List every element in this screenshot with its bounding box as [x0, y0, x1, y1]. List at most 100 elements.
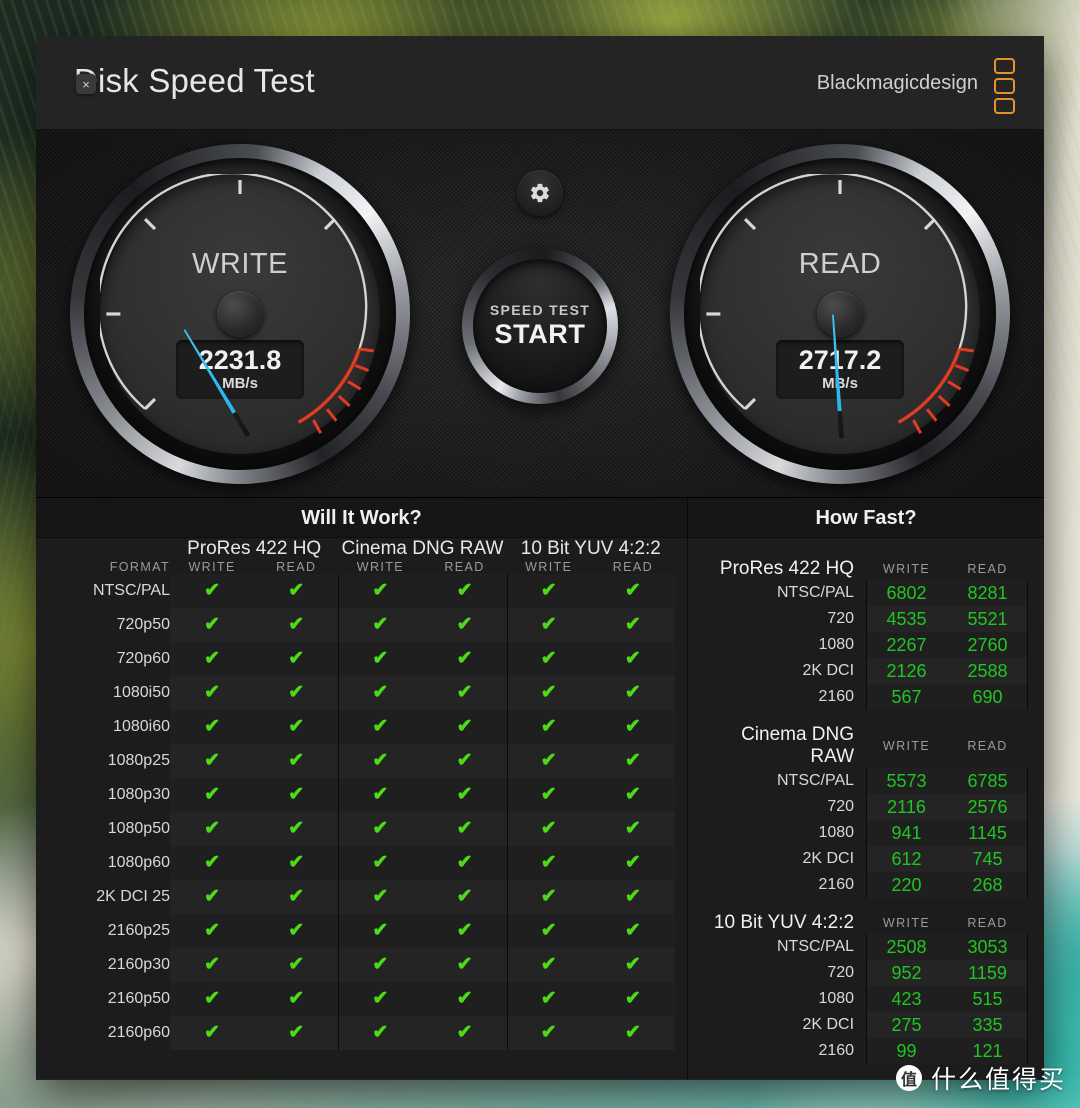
- close-button[interactable]: ×: [76, 74, 96, 94]
- check-icon: ✔: [372, 852, 389, 873]
- how-fast-write-value: 941: [866, 820, 948, 846]
- support-cell: ✔: [590, 846, 675, 880]
- how-fast-read-value: 515: [947, 986, 1028, 1012]
- how-fast-write-value: 5573: [866, 768, 948, 794]
- how-fast-sub-header-read: READ: [967, 739, 1008, 753]
- how-fast-row-label: 720: [827, 798, 855, 815]
- support-cell: ✔: [590, 676, 675, 710]
- check-icon: ✔: [288, 750, 305, 771]
- support-cell: ✔: [590, 608, 675, 642]
- check-icon: ✔: [288, 920, 305, 941]
- support-cell: ✔: [422, 880, 507, 914]
- gear-icon: [531, 183, 549, 203]
- support-cell: ✔: [170, 744, 255, 778]
- check-icon: ✔: [288, 682, 305, 703]
- sub-header-read: READ: [276, 560, 317, 574]
- how-fast-row: 2160 567 690: [694, 684, 1028, 710]
- support-cell: ✔: [170, 574, 255, 608]
- how-fast-row-label: 2160: [818, 1042, 855, 1059]
- how-fast-write-value: 220: [866, 872, 948, 898]
- how-fast-read-value: 2588: [947, 658, 1028, 684]
- check-icon: ✔: [288, 1022, 305, 1043]
- check-icon: ✔: [456, 750, 473, 771]
- sub-header-write: WRITE: [356, 560, 405, 574]
- support-cell: ✔: [170, 710, 255, 744]
- check-icon: ✔: [204, 988, 221, 1009]
- check-icon: ✔: [372, 648, 389, 669]
- support-cell: ✔: [338, 914, 423, 948]
- check-icon: ✔: [624, 648, 641, 669]
- check-icon: ✔: [288, 954, 305, 975]
- support-cell: ✔: [170, 914, 255, 948]
- support-cell: ✔: [590, 1016, 675, 1050]
- format-label: 2160p60: [107, 1024, 170, 1041]
- check-icon: ✔: [540, 648, 557, 669]
- read-readout: 2717.2 MB/s: [776, 340, 904, 400]
- support-cell: ✔: [590, 574, 675, 608]
- support-cell: ✔: [422, 676, 507, 710]
- check-icon: ✔: [540, 818, 557, 839]
- sub-header-read: READ: [444, 560, 485, 574]
- check-icon: ✔: [540, 682, 557, 703]
- support-cell: ✔: [422, 608, 507, 642]
- how-fast-group-header: ProRes 422 HQ WRITE READ: [694, 544, 1028, 580]
- support-cell: ✔: [338, 948, 423, 982]
- support-cell: ✔: [590, 982, 675, 1016]
- speed-test-start-button[interactable]: SPEED TEST START: [462, 248, 618, 404]
- support-cell: ✔: [170, 812, 255, 846]
- check-icon: ✔: [372, 784, 389, 805]
- check-icon: ✔: [624, 784, 641, 805]
- how-fast-body: ProRes 422 HQ WRITE READ NTSC/PAL 6802 8281 72…: [694, 544, 1028, 1064]
- support-cell: ✔: [254, 574, 339, 608]
- check-icon: ✔: [624, 818, 641, 839]
- support-cell: ✔: [254, 1016, 339, 1050]
- how-fast-row-label: 2K DCI: [802, 850, 855, 867]
- check-icon: ✔: [456, 852, 473, 873]
- settings-button[interactable]: [517, 170, 563, 216]
- how-fast-row: 1080 423 515: [694, 986, 1028, 1012]
- support-cell: ✔: [338, 846, 423, 880]
- check-icon: ✔: [204, 954, 221, 975]
- table-row: 2K DCI 25 ✔ ✔ ✔ ✔ ✔ ✔: [48, 880, 675, 914]
- support-cell: ✔: [170, 1016, 255, 1050]
- how-fast-write-value: 2116: [866, 794, 948, 820]
- table-row: 720p60 ✔ ✔ ✔ ✔ ✔ ✔: [48, 642, 675, 676]
- how-fast-row: 720 952 1159: [694, 960, 1028, 986]
- table-row: 1080p25 ✔ ✔ ✔ ✔ ✔ ✔: [48, 744, 675, 778]
- support-cell: ✔: [170, 642, 255, 676]
- results-panels: Will It Work? FORMAT ProRes 422 HQ Cinem…: [36, 498, 1044, 1079]
- how-fast-sub-header-write: WRITE: [882, 739, 931, 753]
- how-fast-read-value: 2576: [947, 794, 1028, 820]
- how-fast-row-label: 1080: [818, 824, 855, 841]
- support-cell: ✔: [422, 778, 507, 812]
- support-cell: ✔: [170, 880, 255, 914]
- table-header: FORMAT ProRes 422 HQ Cinema DNG RAW 10 B…: [48, 538, 675, 574]
- check-icon: ✔: [372, 1022, 389, 1043]
- how-fast-row-label: 1080: [818, 990, 855, 1007]
- check-icon: ✔: [372, 580, 389, 601]
- how-fast-read-value: 268: [947, 872, 1028, 898]
- how-fast-row: 1080 941 1145: [694, 820, 1028, 846]
- support-cell: ✔: [506, 846, 591, 880]
- how-fast-write-value: 4535: [866, 606, 948, 632]
- read-unit: MB/s: [822, 375, 858, 393]
- check-icon: ✔: [624, 614, 641, 635]
- check-icon: ✔: [288, 580, 305, 601]
- how-fast-row-label: 2160: [818, 876, 855, 893]
- title-bar: Disk Speed Test Blackmagicdesign: [36, 36, 1044, 130]
- check-icon: ✔: [288, 614, 305, 635]
- support-cell: ✔: [506, 642, 591, 676]
- write-value: 2231.8: [198, 345, 282, 375]
- brand-name: Blackmagicdesign: [816, 72, 978, 94]
- support-cell: ✔: [590, 812, 675, 846]
- support-cell: ✔: [422, 914, 507, 948]
- check-icon: ✔: [372, 886, 389, 907]
- support-cell: ✔: [170, 676, 255, 710]
- how-fast-row-label: 1080: [818, 636, 855, 653]
- format-label: 2K DCI 25: [96, 888, 170, 905]
- format-column-header: FORMAT: [109, 560, 170, 574]
- support-cell: ✔: [590, 778, 675, 812]
- how-fast-row: NTSC/PAL 6802 8281: [694, 580, 1028, 606]
- check-icon: ✔: [624, 716, 641, 737]
- check-icon: ✔: [624, 988, 641, 1009]
